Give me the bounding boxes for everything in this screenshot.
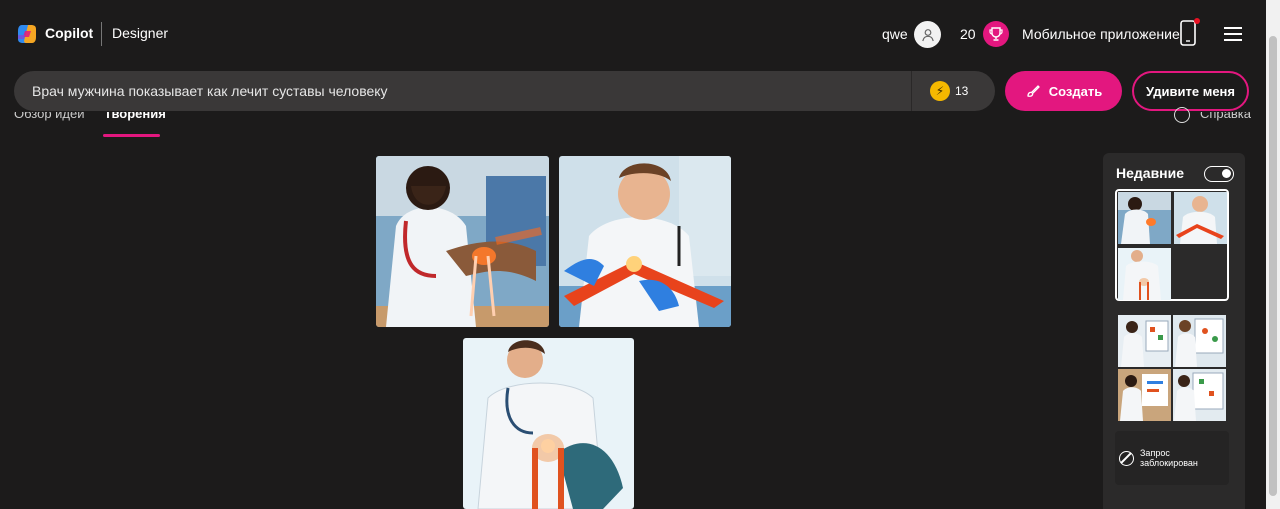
header: Copilot Designer qwe 20 Мобильное прилож… [0, 0, 1266, 68]
boost-count[interactable]: 13 [955, 84, 968, 98]
prompt-input[interactable] [32, 71, 892, 111]
brand-divider [101, 22, 102, 46]
prompt-bar: ⚡ 13 [14, 71, 995, 111]
recent-thumb[interactable] [1118, 315, 1171, 367]
recent-thumb[interactable] [1118, 369, 1171, 421]
recent-thumb[interactable] [1173, 369, 1226, 421]
recent-panel: Недавние Запрос заблокирован [1103, 153, 1245, 509]
generated-image-2[interactable] [559, 156, 731, 327]
recent-thumb[interactable] [1118, 248, 1171, 300]
recent-thumb[interactable] [1173, 315, 1226, 367]
help-link[interactable]: Справка [1200, 112, 1251, 121]
product-name[interactable]: Designer [112, 25, 168, 41]
help-icon[interactable] [1174, 107, 1190, 123]
brand-name[interactable]: Copilot [45, 25, 93, 41]
mobile-app-link[interactable]: Мобильное приложение [1022, 26, 1180, 42]
rewards-count[interactable]: 20 [960, 26, 976, 42]
surprise-me-button[interactable]: Удивите меня [1132, 71, 1249, 111]
generated-image-1[interactable] [376, 156, 549, 327]
username[interactable]: qwe [882, 26, 908, 42]
recent-toggle[interactable] [1204, 166, 1234, 182]
recent-group-2[interactable] [1115, 313, 1229, 425]
boost-divider [911, 71, 912, 111]
recent-group-1[interactable] [1115, 189, 1229, 301]
recent-thumb[interactable] [1174, 192, 1227, 244]
scrollbar-thumb[interactable] [1269, 36, 1277, 496]
create-label: Создать [1048, 83, 1103, 99]
phone-icon[interactable] [1180, 20, 1196, 46]
recent-title: Недавние [1116, 165, 1185, 181]
user-icon [921, 28, 934, 41]
create-button[interactable]: Создать [1005, 71, 1122, 111]
tabs-bar: Обзор идей Творения Справка [0, 112, 1266, 138]
hamburger-menu-icon[interactable] [1224, 27, 1242, 41]
blocked-request[interactable]: Запрос заблокирован [1115, 431, 1229, 485]
copilot-logo-icon[interactable] [16, 23, 38, 45]
recent-thumb[interactable] [1118, 192, 1171, 244]
generated-image-3[interactable] [463, 338, 634, 509]
tab-explore-ideas[interactable]: Обзор идей [14, 112, 85, 121]
active-tab-indicator [103, 134, 160, 137]
blocked-icon [1119, 450, 1134, 466]
blocked-label: Запрос заблокирован [1140, 448, 1198, 468]
brush-icon [1027, 85, 1040, 97]
avatar[interactable] [914, 21, 941, 48]
scrollbar[interactable] [1266, 0, 1280, 509]
boost-lightning-icon[interactable]: ⚡ [930, 81, 950, 101]
trophy-icon[interactable] [983, 21, 1009, 47]
tab-creations[interactable]: Творения [104, 112, 166, 121]
notification-dot [1194, 18, 1200, 24]
